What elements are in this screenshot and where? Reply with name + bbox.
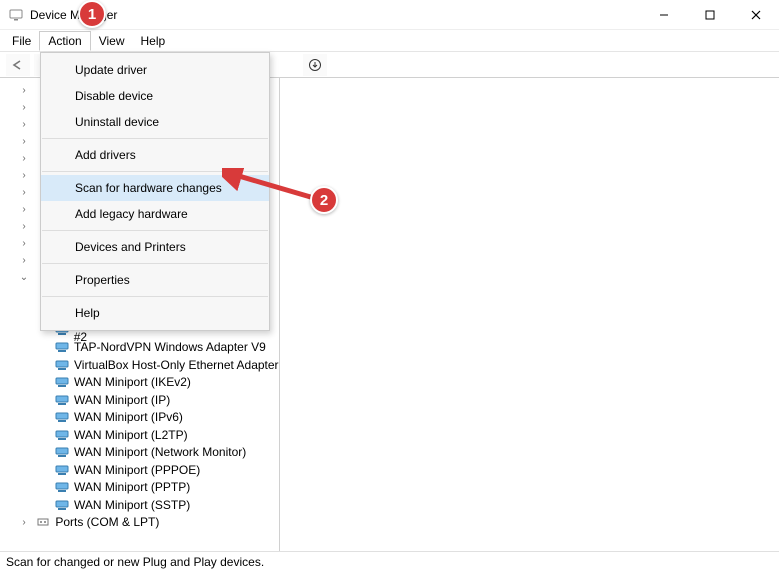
tree-label: Ports (COM & LPT): [55, 515, 159, 529]
menu-disable-device[interactable]: Disable device: [41, 83, 269, 109]
expand-icon: [18, 119, 30, 130]
ports-icon: [35, 514, 51, 530]
menu-bar: File Action View Help: [0, 30, 779, 52]
scan-button[interactable]: [303, 54, 327, 76]
device-label: WAN Miniport (PPPOE): [74, 463, 200, 477]
menu-help[interactable]: Help: [133, 32, 174, 50]
expand-icon: [18, 204, 30, 215]
expand-icon: [18, 136, 30, 147]
network-adapter-icon: [54, 392, 70, 408]
expand-icon: [18, 153, 30, 164]
device-label: WAN Miniport (IKEv2): [74, 375, 191, 389]
expand-icon: [18, 85, 30, 96]
menu-separator: [42, 138, 268, 139]
menu-view[interactable]: View: [91, 32, 133, 50]
expand-icon: [18, 517, 30, 528]
menu-separator: [42, 296, 268, 297]
expand-icon: [18, 221, 30, 232]
network-adapter-icon: [54, 497, 70, 513]
menu-add-legacy[interactable]: Add legacy hardware: [41, 201, 269, 227]
network-adapter-icon: [54, 357, 70, 373]
menu-scan-hardware[interactable]: Scan for hardware changes: [41, 175, 269, 201]
tree-device-item[interactable]: WAN Miniport (IP): [8, 391, 279, 409]
tree-device-item[interactable]: TAP-NordVPN Windows Adapter V9: [8, 339, 279, 357]
expand-icon: [18, 238, 30, 249]
annotation-badge-1: 1: [78, 0, 106, 28]
menu-add-drivers[interactable]: Add drivers: [41, 142, 269, 168]
device-label: WAN Miniport (L2TP): [74, 428, 188, 442]
device-label: WAN Miniport (SSTP): [74, 498, 190, 512]
menu-properties[interactable]: Properties: [41, 267, 269, 293]
expand-icon: [18, 187, 30, 198]
device-label: WAN Miniport (IPv6): [74, 410, 183, 424]
status-text: Scan for changed or new Plug and Play de…: [6, 555, 264, 569]
network-adapter-icon: [54, 427, 70, 443]
network-adapter-icon: [54, 462, 70, 478]
action-menu: Update driver Disable device Uninstall d…: [40, 52, 270, 331]
network-adapter-icon: [54, 339, 70, 355]
menu-help[interactable]: Help: [41, 300, 269, 326]
menu-separator: [42, 230, 268, 231]
collapse-icon: [18, 272, 30, 283]
annotation-badge-2: 2: [310, 186, 338, 214]
maximize-button[interactable]: [687, 0, 733, 30]
device-label: VirtualBox Host-Only Ethernet Adapter: [74, 358, 279, 372]
detail-pane: [280, 78, 779, 551]
app-icon: [8, 7, 24, 23]
tree-device-item[interactable]: WAN Miniport (Network Monitor): [8, 444, 279, 462]
title-bar: Device Manager: [0, 0, 779, 30]
menu-separator: [42, 171, 268, 172]
menu-uninstall-device[interactable]: Uninstall device: [41, 109, 269, 135]
tree-device-item[interactable]: VirtualBox Host-Only Ethernet Adapter: [8, 356, 279, 374]
device-label: TAP-NordVPN Windows Adapter V9: [74, 340, 266, 354]
tree-device-item[interactable]: WAN Miniport (L2TP): [8, 426, 279, 444]
menu-update-driver[interactable]: Update driver: [41, 57, 269, 83]
tree-device-item[interactable]: WAN Miniport (IKEv2): [8, 374, 279, 392]
tree-device-item[interactable]: WAN Miniport (PPTP): [8, 479, 279, 497]
expand-icon: [18, 170, 30, 181]
menu-action[interactable]: Action: [39, 31, 90, 51]
expand-icon: [18, 102, 30, 113]
menu-file[interactable]: File: [4, 32, 39, 50]
close-button[interactable]: [733, 0, 779, 30]
status-bar: Scan for changed or new Plug and Play de…: [0, 551, 779, 571]
tree-category-ports[interactable]: Ports (COM & LPT): [8, 514, 279, 531]
tree-device-item[interactable]: WAN Miniport (IPv6): [8, 409, 279, 427]
menu-separator: [42, 263, 268, 264]
network-adapter-icon: [54, 479, 70, 495]
tree-device-item[interactable]: WAN Miniport (PPPOE): [8, 461, 279, 479]
device-label: WAN Miniport (Network Monitor): [74, 445, 246, 459]
network-adapter-icon: [54, 444, 70, 460]
expand-icon: [18, 255, 30, 266]
minimize-button[interactable]: [641, 0, 687, 30]
device-label: WAN Miniport (PPTP): [74, 480, 190, 494]
back-button[interactable]: [6, 54, 30, 76]
device-label: WAN Miniport (IP): [74, 393, 170, 407]
network-adapter-icon: [54, 409, 70, 425]
tree-device-item[interactable]: WAN Miniport (SSTP): [8, 496, 279, 514]
network-adapter-icon: [54, 374, 70, 390]
menu-devices-printers[interactable]: Devices and Printers: [41, 234, 269, 260]
